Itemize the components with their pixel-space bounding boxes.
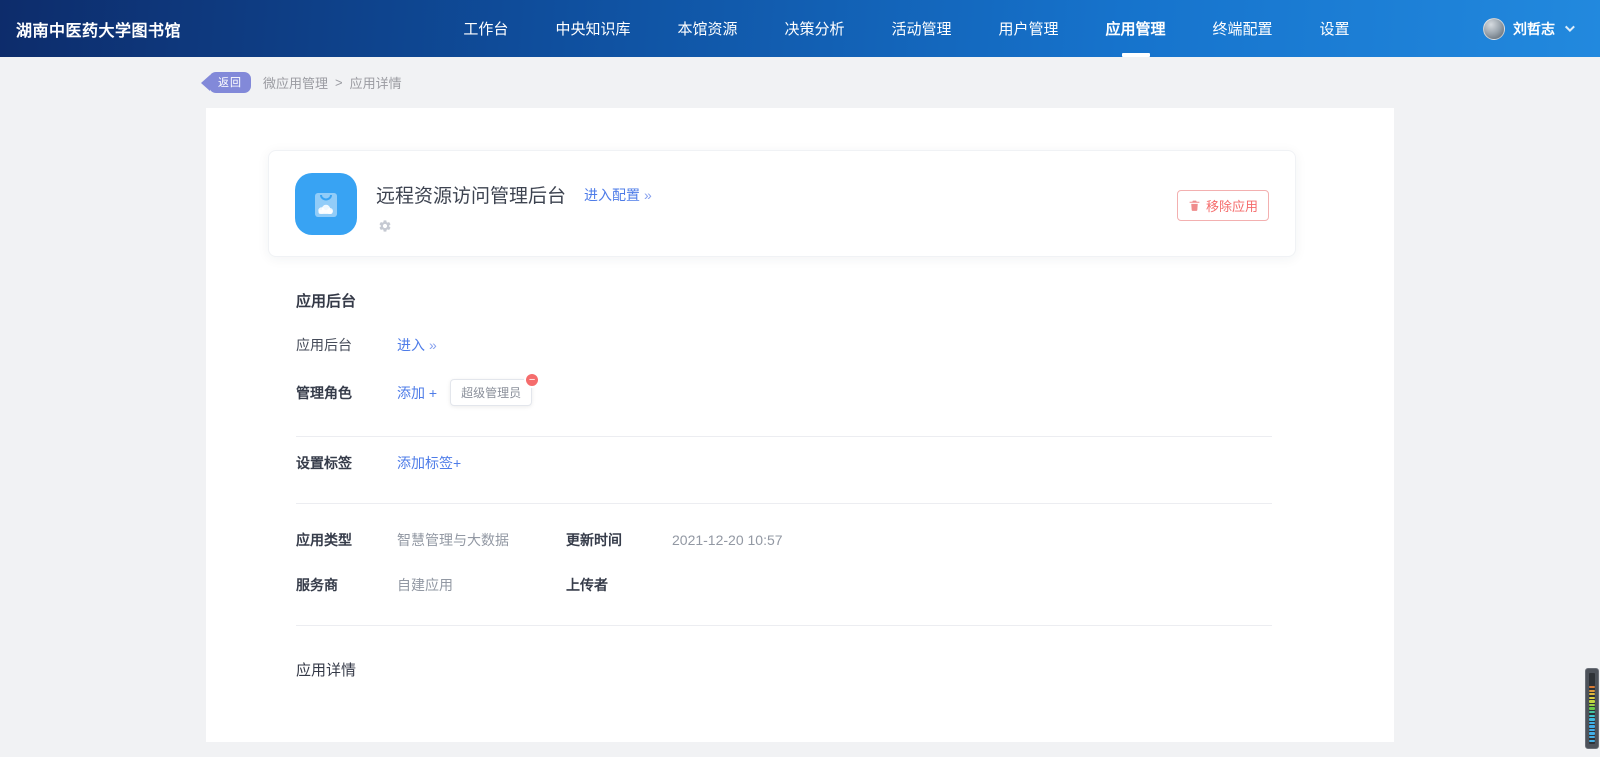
app-title: 远程资源访问管理后台 <box>376 186 567 207</box>
nav-item-app-management[interactable]: 应用管理 <box>1106 0 1166 57</box>
enter-config-link[interactable]: 进入配置 » <box>584 185 652 205</box>
info-row: 服务商 自建应用 上传者 <box>296 575 1272 595</box>
add-role-link[interactable]: 添加 + <box>397 383 437 403</box>
trash-icon <box>1189 200 1200 211</box>
app-head: 远程资源访问管理后台 进入配置 » <box>376 173 1177 238</box>
breadcrumb-parent[interactable]: 微应用管理 <box>263 73 328 92</box>
uploader-label: 上传者 <box>566 577 608 593</box>
nav-item-label: 用户管理 <box>998 21 1059 38</box>
add-tag-link[interactable]: 添加标签+ <box>397 453 461 473</box>
enter-backend-link[interactable]: 进入 » <box>397 335 437 355</box>
nav-item-label: 决策分析 <box>784 21 845 38</box>
breadcrumb: 微应用管理 > 应用详情 <box>263 73 402 92</box>
backend-label: 应用后台 <box>296 337 352 353</box>
updated-time-value: 2021-12-20 10:57 <box>672 532 783 548</box>
chevron-down-icon <box>1564 22 1575 33</box>
app-detail-panel: 远程资源访问管理后台 进入配置 » 移除应用 应用后台 应用后台 进入 » 管理… <box>206 108 1394 742</box>
nav-item-label: 活动管理 <box>891 21 952 38</box>
vendor-label: 服务商 <box>296 577 338 593</box>
backend-section-heading: 应用后台 <box>296 293 357 310</box>
nav-item-label: 工作台 <box>463 21 509 38</box>
nav-item-label: 中央知识库 <box>555 21 631 38</box>
nav-item-label: 设置 <box>1319 21 1350 38</box>
detail-section-heading: 应用详情 <box>296 662 357 679</box>
tags-label: 设置标签 <box>296 455 352 471</box>
app-header-card: 远程资源访问管理后台 进入配置 » 移除应用 <box>268 150 1296 257</box>
main-nav: 工作台 中央知识库 本馆资源 决策分析 活动管理 用户管理 应用管理 终端配置 … <box>330 0 1483 57</box>
tags-row: 设置标签 添加标签+ <box>296 453 1272 473</box>
breadcrumb-bar: 返回 微应用管理 > 应用详情 <box>0 57 1600 108</box>
activity-meter <box>1585 668 1599 749</box>
user-menu[interactable]: 刘哲志 <box>1483 17 1600 40</box>
nav-item-decision-analysis[interactable]: 决策分析 <box>784 0 844 57</box>
divider <box>296 625 1272 626</box>
nav-item-label: 本馆资源 <box>677 21 738 38</box>
nav-item-user-management[interactable]: 用户管理 <box>999 0 1059 57</box>
site-logo: 湖南中医药大学图书馆 <box>16 22 182 40</box>
nav-item-settings[interactable]: 设置 <box>1320 0 1350 57</box>
backend-row: 应用后台 进入 » <box>296 335 1272 355</box>
breadcrumb-current: 应用详情 <box>349 76 402 91</box>
app-type-value: 智慧管理与大数据 <box>397 532 509 548</box>
top-navbar: 湖南中医药大学图书馆 工作台 中央知识库 本馆资源 决策分析 活动管理 用户管理… <box>0 0 1600 57</box>
updated-time-label: 更新时间 <box>566 532 622 548</box>
avatar <box>1483 17 1505 40</box>
breadcrumb-separator: > <box>335 75 343 90</box>
activity-meter-stripes <box>1589 673 1595 744</box>
divider <box>296 436 1272 437</box>
nav-item-workbench[interactable]: 工作台 <box>463 0 508 57</box>
info-row: 应用类型 智慧管理与大数据 更新时间 2021-12-20 10:57 <box>296 530 1272 550</box>
nav-item-terminal-config[interactable]: 终端配置 <box>1213 0 1273 57</box>
back-button[interactable]: 返回 <box>209 72 251 93</box>
nav-item-label: 应用管理 <box>1105 21 1166 38</box>
double-chevron-icon: » <box>429 337 437 353</box>
double-chevron-icon: » <box>644 186 652 203</box>
role-tag-label: 超级管理员 <box>461 386 522 400</box>
vendor-value: 自建应用 <box>397 577 453 593</box>
app-detail-content: 应用后台 应用后台 进入 » 管理角色 添加 + 超级管理员 − 设置标签 添加… <box>296 290 1272 680</box>
roles-label: 管理角色 <box>296 384 352 401</box>
gear-icon[interactable] <box>378 219 392 233</box>
remove-role-icon[interactable]: − <box>524 372 541 388</box>
divider <box>296 503 1272 504</box>
nav-item-central-knowledge[interactable]: 中央知识库 <box>555 0 630 57</box>
app-type-label: 应用类型 <box>296 532 352 548</box>
roles-row: 管理角色 添加 + 超级管理员 − <box>296 372 1272 406</box>
nav-item-activity-management[interactable]: 活动管理 <box>891 0 951 57</box>
role-tag: 超级管理员 − <box>450 372 541 406</box>
active-tab-indicator <box>1121 53 1150 57</box>
nav-item-library-resources[interactable]: 本馆资源 <box>677 0 737 57</box>
user-name: 刘哲志 <box>1513 20 1555 37</box>
remove-app-button[interactable]: 移除应用 <box>1176 190 1269 221</box>
app-bag-icon <box>295 173 357 235</box>
nav-item-label: 终端配置 <box>1212 21 1273 38</box>
